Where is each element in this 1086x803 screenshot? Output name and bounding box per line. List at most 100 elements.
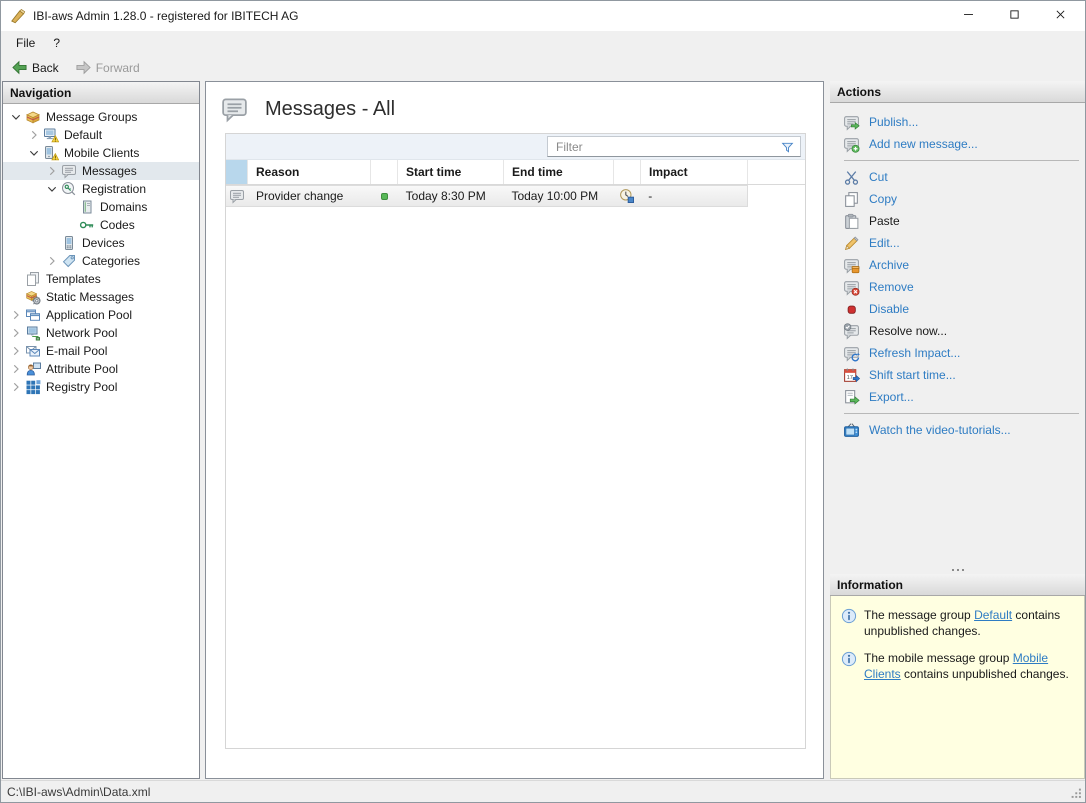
nav-item-default[interactable]: Default [3, 126, 199, 144]
info-item: The mobile message group Mobile Clients … [841, 650, 1076, 682]
nav-item-label: Application Pool [46, 308, 133, 322]
nav-item-devices[interactable]: Devices [3, 234, 199, 252]
filter-input[interactable] [547, 136, 801, 157]
action-add-new-message[interactable]: Add new message... [830, 133, 1085, 155]
nav-item-message-groups[interactable]: Message Groups [3, 108, 199, 126]
action-label: Archive [869, 258, 910, 272]
paste-icon [843, 213, 860, 230]
table-row[interactable]: Provider change Today 8:30 PM Today 10:00 … [226, 185, 748, 207]
add-message-icon [843, 136, 860, 153]
chevron-right-icon[interactable] [45, 164, 59, 178]
nav-item-attribute-pool[interactable]: Attribute Pool [3, 360, 199, 378]
chevron-right-icon[interactable] [9, 344, 23, 358]
message-groups-icon [25, 109, 41, 125]
info-icon [841, 651, 857, 667]
action-resolve-now[interactable]: Resolve now... [830, 320, 1085, 342]
minimize-icon [962, 8, 978, 24]
column-header-reason[interactable]: Reason [248, 160, 371, 184]
action-copy[interactable]: Copy [830, 188, 1085, 210]
action-watch-the-video-tutorials[interactable]: Watch the video-tutorials... [830, 419, 1085, 441]
navigation-panel: Navigation Message Groups Default Mobile C… [2, 81, 200, 779]
close-button[interactable] [1039, 1, 1085, 31]
column-header-impact-icon[interactable] [614, 160, 641, 184]
resolve-icon [843, 322, 860, 340]
column-header-selector[interactable] [226, 160, 248, 184]
action-remove[interactable]: Remove [830, 276, 1085, 298]
forward-button[interactable]: Forward [69, 56, 146, 79]
action-label: Disable [869, 302, 910, 316]
action-publish[interactable]: Publish... [830, 111, 1085, 133]
forward-label: Forward [95, 60, 140, 75]
action-disable[interactable]: Disable [830, 298, 1085, 320]
messages-table: Reason Start time End time Impact Provid… [225, 133, 806, 749]
chevron-down-icon[interactable] [27, 146, 41, 160]
column-header-start-time[interactable]: Start time [398, 160, 504, 184]
info-link-default[interactable]: Default [974, 608, 1012, 622]
actions-panel: Actions Publish... Add new message... Cut C… [830, 81, 1085, 566]
nav-item-registration[interactable]: Registration [3, 180, 199, 198]
nav-item-label: Codes [100, 218, 135, 232]
chevron-right-icon[interactable] [9, 326, 23, 340]
chevron-right-icon[interactable] [45, 254, 59, 268]
action-cut[interactable]: Cut [830, 166, 1085, 188]
domains-icon [79, 199, 95, 215]
action-paste[interactable]: Paste [830, 210, 1085, 232]
nav-item-label: Devices [82, 236, 125, 250]
messages-icon [229, 188, 245, 204]
action-label: Add new message... [869, 137, 978, 151]
action-archive[interactable]: Archive [830, 254, 1085, 276]
column-header-end-time[interactable]: End time [504, 160, 614, 184]
action-refresh-impact[interactable]: Refresh Impact... [830, 342, 1085, 364]
nav-item-categories[interactable]: Categories [3, 252, 199, 270]
resize-grip-icon[interactable] [1070, 787, 1083, 800]
back-button[interactable]: Back [5, 56, 65, 79]
nav-item-mobile-clients[interactable]: Mobile Clients [3, 144, 199, 162]
codes-icon [79, 217, 95, 233]
action-label: Edit... [869, 236, 900, 250]
splitter-grip-icon [951, 569, 964, 571]
nav-item-label: Categories [82, 254, 141, 268]
nav-item-application-pool[interactable]: Application Pool [3, 306, 199, 324]
action-label: Resolve now... [869, 324, 948, 338]
panel-splitter[interactable] [830, 566, 1085, 574]
column-header-status[interactable] [371, 160, 398, 184]
filter-funnel-icon[interactable] [780, 140, 795, 155]
table-body: Provider change Today 8:30 PM Today 10:00 … [226, 185, 805, 207]
chevron-right-icon[interactable] [9, 380, 23, 394]
nav-item-codes[interactable]: Codes [3, 216, 199, 234]
nav-item-label: Attribute Pool [46, 362, 119, 376]
email-pool-icon [25, 343, 41, 359]
chevron-down-icon[interactable] [45, 182, 59, 196]
nav-item-network-pool[interactable]: Network Pool [3, 324, 199, 342]
minimize-button[interactable] [947, 1, 993, 31]
messages-title-icon [219, 95, 250, 123]
categories-icon [61, 253, 77, 269]
nav-item-static-messages[interactable]: Static Messages [3, 288, 199, 306]
chevron-right-icon[interactable] [9, 362, 23, 376]
chevron-right-icon[interactable] [27, 128, 41, 142]
nav-item-registry-pool[interactable]: Registry Pool [3, 378, 199, 396]
shift-start-time-icon: 17 [843, 367, 860, 384]
chevron-right-icon[interactable] [9, 308, 23, 322]
nav-item-e-mail-pool[interactable]: E-mail Pool [3, 342, 199, 360]
menu-file[interactable]: File [7, 33, 44, 53]
menu-help[interactable]: ? [44, 33, 69, 53]
titlebar: IBI-aws Admin 1.28.0 - registered for IB… [1, 1, 1085, 31]
action-shift-start-time[interactable]: 17 Shift start time... [830, 364, 1085, 386]
action-edit[interactable]: Edit... [830, 232, 1085, 254]
actions-list: Publish... Add new message... Cut Copy Paste… [830, 103, 1085, 441]
nav-item-domains[interactable]: Domains [3, 198, 199, 216]
column-header-impact[interactable]: Impact [641, 160, 748, 184]
row-start-time: Today 8:30 PM [405, 189, 486, 203]
nav-item-messages[interactable]: Messages [3, 162, 199, 180]
action-export[interactable]: Export... [830, 386, 1085, 408]
maximize-button[interactable] [993, 1, 1039, 31]
chevron-down-icon[interactable] [9, 110, 23, 124]
impact-clock-icon [619, 188, 635, 204]
refresh-impact-icon [843, 345, 860, 362]
nav-item-templates[interactable]: Templates [3, 270, 199, 288]
status-active-dot [380, 192, 388, 200]
